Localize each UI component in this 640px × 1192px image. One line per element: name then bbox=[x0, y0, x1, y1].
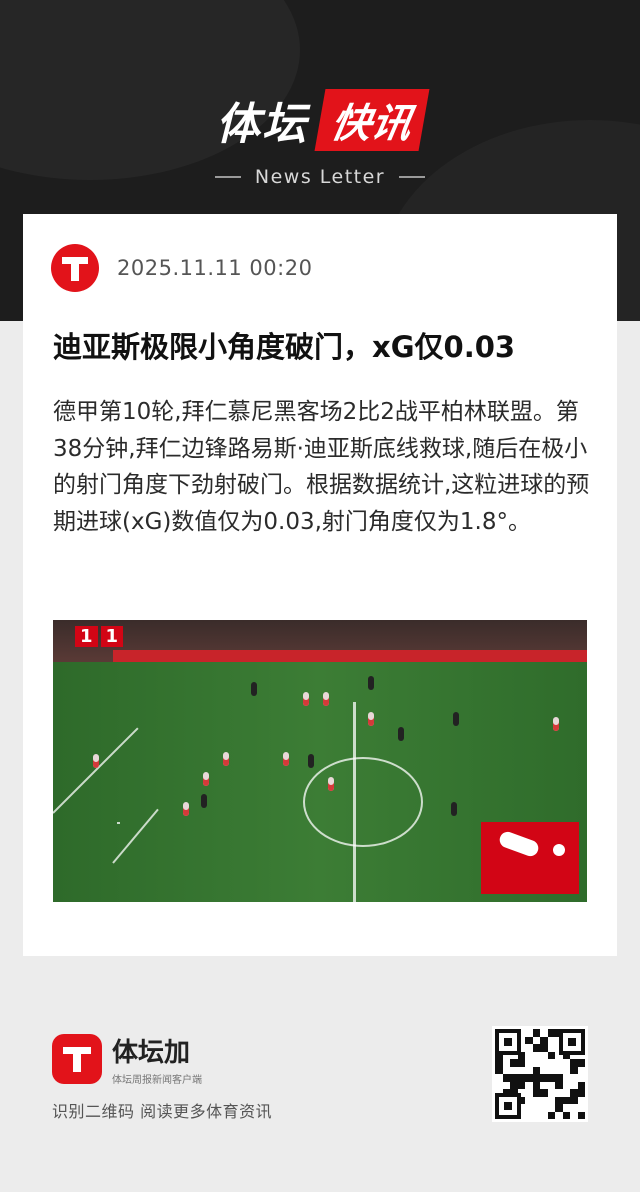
article-body: 德甲第10轮,拜仁慕尼黑客场2比2战平柏林联盟。第38分钟,拜仁边锋路易斯·迪亚… bbox=[53, 399, 590, 535]
brand-accent: 快讯 bbox=[314, 89, 430, 151]
touch-line bbox=[53, 727, 139, 814]
player bbox=[368, 676, 374, 690]
divider bbox=[399, 176, 426, 178]
player bbox=[283, 752, 289, 766]
titan-logo-icon bbox=[51, 244, 99, 292]
score-home: 1 bbox=[75, 626, 98, 647]
player bbox=[183, 802, 189, 816]
brand-subtitle-text: News Letter bbox=[254, 166, 386, 188]
article-card: 2025.11.11 00:20 迪亚斯极限小角度破门，xG仅0.03 德甲第1… bbox=[23, 214, 617, 956]
player bbox=[398, 727, 404, 741]
score-away: 1 bbox=[100, 626, 124, 647]
player bbox=[328, 777, 334, 791]
app-icon bbox=[52, 1034, 102, 1084]
qr-finder bbox=[495, 1093, 521, 1119]
divider bbox=[214, 176, 241, 178]
pitch-line bbox=[117, 822, 120, 824]
article-timestamp: 2025.11.11 00:20 bbox=[117, 256, 313, 280]
player bbox=[203, 772, 209, 786]
app-tagline: 体坛周报新闻客户端 bbox=[112, 1075, 202, 1086]
qr-finder bbox=[495, 1029, 521, 1055]
player bbox=[201, 794, 207, 808]
scan-hint: 识别二维码 阅读更多体育资讯 bbox=[52, 1102, 273, 1121]
penalty-box-line bbox=[112, 808, 159, 864]
player bbox=[93, 754, 99, 768]
player bbox=[553, 717, 559, 731]
center-circle bbox=[303, 757, 423, 847]
brand-main: 体坛 bbox=[216, 99, 308, 150]
score-overlay: 1 1 bbox=[75, 626, 124, 647]
player bbox=[368, 712, 374, 726]
player bbox=[453, 712, 459, 726]
article-title: 迪亚斯极限小角度破门，xG仅0.03 bbox=[53, 330, 516, 364]
brand-title: 体坛 快讯 bbox=[216, 88, 430, 152]
player bbox=[451, 802, 457, 816]
article-meta: 2025.11.11 00:20 bbox=[51, 244, 312, 292]
match-photo[interactable]: 1 1 bbox=[53, 620, 587, 902]
footer-brand: 体坛加 体坛周报新闻客户端 bbox=[52, 1032, 202, 1086]
ad-boards bbox=[113, 650, 587, 662]
brand-subtitle: News Letter bbox=[0, 166, 640, 188]
app-name: 体坛加 bbox=[112, 1038, 191, 1068]
player bbox=[323, 692, 329, 706]
player bbox=[308, 754, 314, 768]
player bbox=[223, 752, 229, 766]
player bbox=[303, 692, 309, 706]
qr-code[interactable] bbox=[492, 1026, 588, 1122]
brand: 体坛 快讯 News Letter bbox=[0, 88, 640, 188]
player bbox=[251, 682, 257, 696]
bundesliga-logo-icon bbox=[481, 822, 579, 894]
qr-finder bbox=[559, 1029, 585, 1055]
